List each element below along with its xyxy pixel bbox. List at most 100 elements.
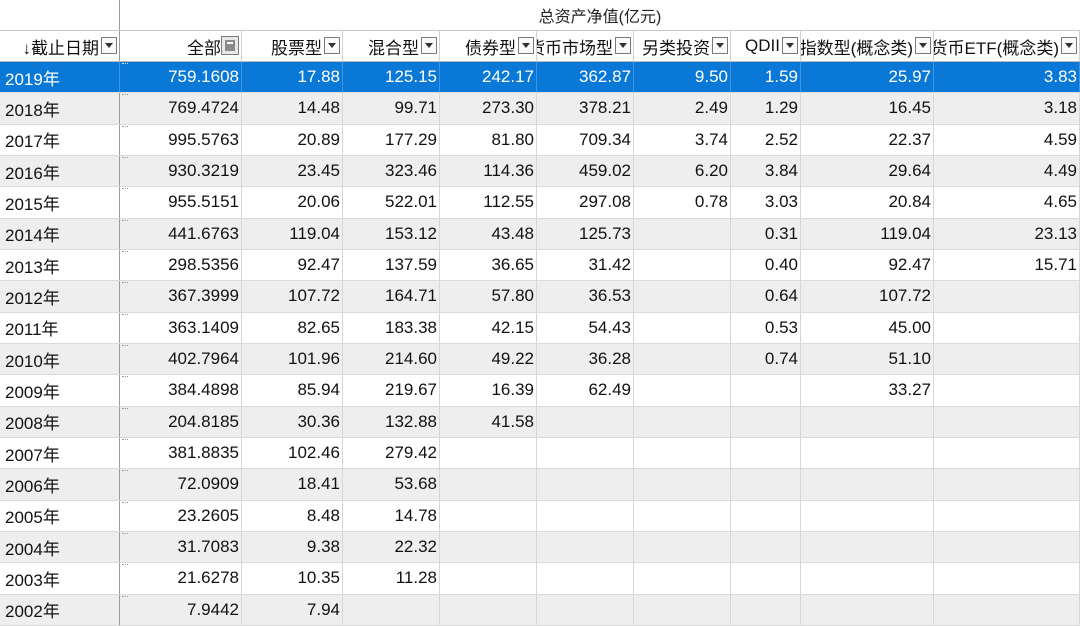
cell-bond[interactable]: 49.22 [440, 343, 537, 375]
cell-index[interactable] [801, 406, 934, 437]
cell-alternative[interactable]: 0.78 [634, 187, 731, 218]
cell-all[interactable]: 72.0909 [120, 469, 242, 500]
cell-money-market[interactable] [537, 437, 634, 469]
cell-mixed[interactable]: 153.12 [343, 218, 440, 249]
cell-index[interactable] [801, 437, 934, 469]
cell-all[interactable]: 363.1409 [120, 312, 242, 343]
cell-mixed[interactable]: 14.78 [343, 500, 440, 531]
table-row[interactable]: 2009年 384.4898 85.94 219.67 16.39 62.49 33.27 [0, 375, 1080, 407]
cell-stock[interactable]: 107.72 [242, 281, 343, 312]
cell-qdii[interactable]: 0.40 [731, 249, 801, 281]
cell-all[interactable]: 31.7083 [120, 531, 242, 563]
dropdown-arrow-icon[interactable] [712, 37, 728, 54]
cell-alternative[interactable]: 3.74 [634, 124, 731, 155]
cell-index[interactable]: 107.72 [801, 281, 934, 312]
cell-mixed[interactable]: 11.28 [343, 563, 440, 594]
cell-bond[interactable]: 273.30 [440, 93, 537, 124]
cell-non-money-etf[interactable]: 4.65 [934, 187, 1080, 218]
table-row[interactable]: 2010年 402.7964 101.96 214.60 49.22 36.28 0.74 5… [0, 343, 1080, 376]
cell-bond[interactable] [440, 437, 537, 469]
cell-non-money-etf[interactable] [934, 312, 1080, 343]
cell-money-market[interactable] [537, 500, 634, 531]
cell-alternative[interactable] [634, 531, 731, 563]
cell-non-money-etf[interactable] [934, 375, 1080, 406]
cell-bond[interactable]: 112.55 [440, 187, 537, 218]
cell-qdii[interactable] [731, 500, 801, 531]
cell-all[interactable]: 955.5151 [120, 187, 242, 218]
cell-date[interactable]: 2018年 [0, 93, 120, 124]
cell-alternative[interactable] [634, 406, 731, 437]
cell-money-market[interactable]: 62.49 [537, 375, 634, 406]
cell-bond[interactable] [440, 594, 537, 625]
cell-money-market[interactable] [537, 531, 634, 563]
dropdown-arrow-icon[interactable] [324, 37, 340, 54]
cell-date[interactable]: 2008年 [0, 406, 120, 437]
cell-mixed[interactable]: 99.71 [343, 93, 440, 124]
cell-date[interactable]: 2007年 [0, 437, 120, 469]
cell-money-market[interactable] [537, 594, 634, 625]
table-row[interactable]: 2016年 930.3219 23.45 323.46 114.36 459.02 6.20… [0, 155, 1080, 188]
filter-icon[interactable] [221, 36, 239, 55]
cell-non-money-etf[interactable] [934, 469, 1080, 500]
column-header-all[interactable]: 全部 [120, 31, 242, 61]
cell-alternative[interactable] [634, 500, 731, 531]
cell-index[interactable]: 22.37 [801, 124, 934, 155]
cell-qdii[interactable] [731, 406, 801, 437]
dropdown-arrow-icon[interactable] [915, 37, 931, 54]
cell-mixed[interactable]: 183.38 [343, 312, 440, 343]
cell-money-market[interactable]: 36.28 [537, 343, 634, 375]
cell-alternative[interactable]: 9.50 [634, 62, 731, 93]
cell-alternative[interactable] [634, 281, 731, 312]
cell-index[interactable] [801, 594, 934, 625]
cell-all[interactable]: 204.8185 [120, 406, 242, 437]
cell-date[interactable]: 2011年 [0, 312, 120, 343]
cell-index[interactable] [801, 531, 934, 563]
cell-index[interactable]: 92.47 [801, 249, 934, 281]
table-row[interactable]: 2011年 363.1409 82.65 183.38 42.15 54.43 0.53 45… [0, 312, 1080, 344]
cell-index[interactable]: 20.84 [801, 187, 934, 218]
cell-money-market[interactable] [537, 469, 634, 500]
cell-money-market[interactable]: 709.34 [537, 124, 634, 155]
cell-mixed[interactable]: 279.42 [343, 437, 440, 469]
cell-date[interactable]: 2017年 [0, 124, 120, 155]
cell-stock[interactable]: 92.47 [242, 249, 343, 281]
cell-non-money-etf[interactable] [934, 343, 1080, 375]
cell-qdii[interactable]: 2.52 [731, 124, 801, 155]
cell-non-money-etf[interactable] [934, 437, 1080, 469]
cell-bond[interactable]: 57.80 [440, 281, 537, 312]
cell-date[interactable]: 2015年 [0, 187, 120, 218]
cell-index[interactable] [801, 500, 934, 531]
cell-date[interactable]: 2010年 [0, 343, 120, 375]
cell-mixed[interactable]: 137.59 [343, 249, 440, 281]
cell-mixed[interactable]: 164.71 [343, 281, 440, 312]
cell-stock[interactable]: 18.41 [242, 469, 343, 500]
cell-bond[interactable] [440, 469, 537, 500]
cell-bond[interactable]: 114.36 [440, 155, 537, 187]
cell-all[interactable]: 769.4724 [120, 93, 242, 124]
table-row[interactable]: 2002年 7.9442 7.94 [0, 594, 1080, 626]
cell-qdii[interactable] [731, 469, 801, 500]
table-row[interactable]: 2013年 298.5356 92.47 137.59 36.65 31.42 0.40 92… [0, 249, 1080, 282]
cell-money-market[interactable]: 31.42 [537, 249, 634, 281]
cell-stock[interactable]: 23.45 [242, 155, 343, 187]
cell-alternative[interactable] [634, 594, 731, 625]
cell-non-money-etf[interactable]: 4.49 [934, 155, 1080, 187]
cell-alternative[interactable] [634, 249, 731, 281]
cell-alternative[interactable] [634, 218, 731, 249]
cell-alternative[interactable]: 6.20 [634, 155, 731, 187]
cell-index[interactable]: 33.27 [801, 375, 934, 406]
dropdown-arrow-icon[interactable] [1061, 37, 1077, 54]
dropdown-arrow-icon[interactable] [421, 37, 437, 54]
cell-index[interactable]: 45.00 [801, 312, 934, 343]
table-row[interactable]: 2018年 769.4724 14.48 99.71 273.30 378.21 2.49 1… [0, 93, 1080, 125]
cell-all[interactable]: 23.2605 [120, 500, 242, 531]
cell-date[interactable]: 2003年 [0, 563, 120, 594]
dropdown-arrow-icon[interactable] [782, 37, 798, 54]
cell-all[interactable]: 367.3999 [120, 281, 242, 312]
cell-bond[interactable]: 43.48 [440, 218, 537, 249]
table-row[interactable]: 2019年 759.1608 17.88 125.15 242.17 362.87 9.50… [0, 62, 1080, 94]
dropdown-arrow-icon[interactable] [518, 37, 534, 54]
cell-non-money-etf[interactable] [934, 500, 1080, 531]
table-row[interactable]: 2005年 23.2605 8.48 14.78 [0, 500, 1080, 532]
cell-money-market[interactable]: 362.87 [537, 62, 634, 93]
